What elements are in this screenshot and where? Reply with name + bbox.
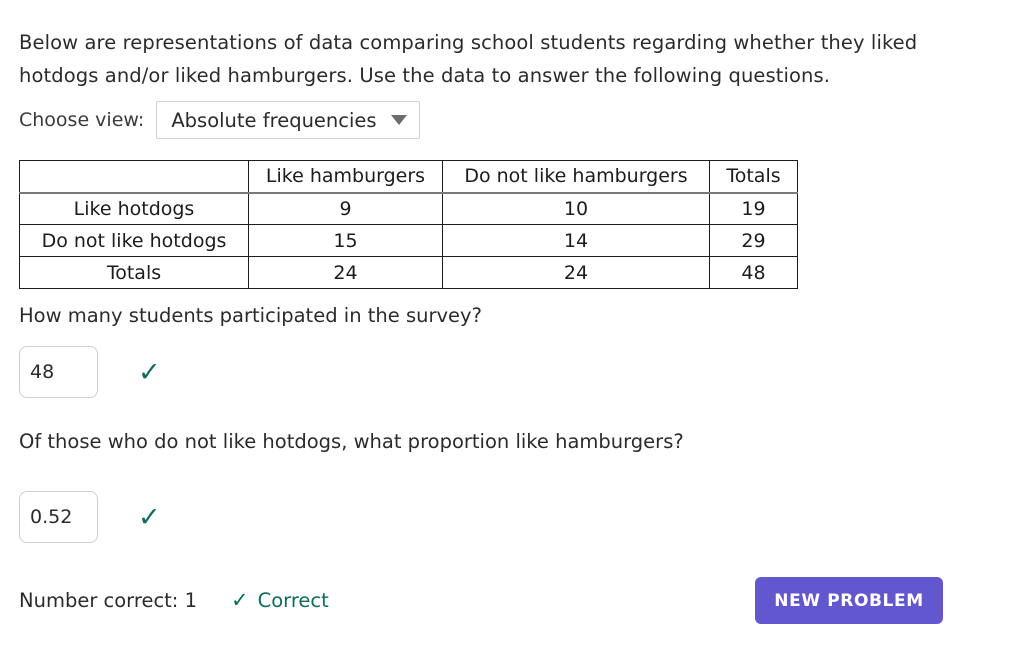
table-head: Like hamburgers Do not like hamburgers T… xyxy=(20,161,798,193)
check-icon: ✓ xyxy=(231,590,249,611)
cell-r2c1: 24 xyxy=(443,257,710,289)
view-select[interactable]: Absolute frequencies xyxy=(156,101,419,139)
row-header-totals: Totals xyxy=(20,257,249,289)
check-icon: ✓ xyxy=(138,504,161,531)
intro-paragraph: Below are representations of data compar… xyxy=(19,26,954,92)
chevron-down-icon xyxy=(391,115,407,125)
cell-r1c2: 29 xyxy=(710,225,798,257)
question-2-answer-input[interactable] xyxy=(19,491,98,543)
question-1-answer-row: ✓ xyxy=(19,346,161,398)
cell-r1c0: 15 xyxy=(249,225,443,257)
view-select-value: Absolute frequencies xyxy=(171,109,376,132)
table-row: Do not like hotdogs 15 14 29 xyxy=(20,225,798,257)
cell-r1c1: 14 xyxy=(443,225,710,257)
footer-status: Number correct: 1 ✓ Correct xyxy=(19,590,329,611)
cell-r0c1: 10 xyxy=(443,193,710,225)
choose-view-row: Choose view: Absolute frequencies xyxy=(19,101,420,139)
worksheet-page: Below are representations of data compar… xyxy=(0,0,1032,645)
table-row: Totals 24 24 48 xyxy=(20,257,798,289)
check-icon: ✓ xyxy=(138,359,161,386)
cell-r0c2: 19 xyxy=(710,193,798,225)
question-1-prompt: How many students participated in the su… xyxy=(19,302,482,330)
table-body: Like hotdogs 9 10 19 Do not like hotdogs… xyxy=(20,193,798,289)
question-1-answer-input[interactable] xyxy=(19,346,98,398)
cell-r0c0: 9 xyxy=(249,193,443,225)
new-problem-button[interactable]: NEW PROBLEM xyxy=(755,577,943,624)
choose-view-label: Choose view: xyxy=(19,111,144,130)
question-2-prompt: Of those who do not like hotdogs, what p… xyxy=(19,428,684,456)
table-col-header-do-not-like-hamburgers: Do not like hamburgers xyxy=(443,161,710,193)
table-header-row: Like hamburgers Do not like hamburgers T… xyxy=(20,161,798,193)
cell-r2c0: 24 xyxy=(249,257,443,289)
frequency-table: Like hamburgers Do not like hamburgers T… xyxy=(19,160,798,289)
row-header-like-hotdogs: Like hotdogs xyxy=(20,193,249,225)
number-correct-label: Number correct: 1 xyxy=(19,591,197,611)
table-col-header-like-hamburgers: Like hamburgers xyxy=(249,161,443,193)
status-badge: ✓ Correct xyxy=(231,590,329,611)
row-header-do-not-like-hotdogs: Do not like hotdogs xyxy=(20,225,249,257)
status-badge-label: Correct xyxy=(258,591,329,611)
cell-r2c2: 48 xyxy=(710,257,798,289)
table-row: Like hotdogs 9 10 19 xyxy=(20,193,798,225)
question-2-answer-row: ✓ xyxy=(19,491,161,543)
table-col-header-totals: Totals xyxy=(710,161,798,193)
table-corner-cell xyxy=(20,161,249,193)
